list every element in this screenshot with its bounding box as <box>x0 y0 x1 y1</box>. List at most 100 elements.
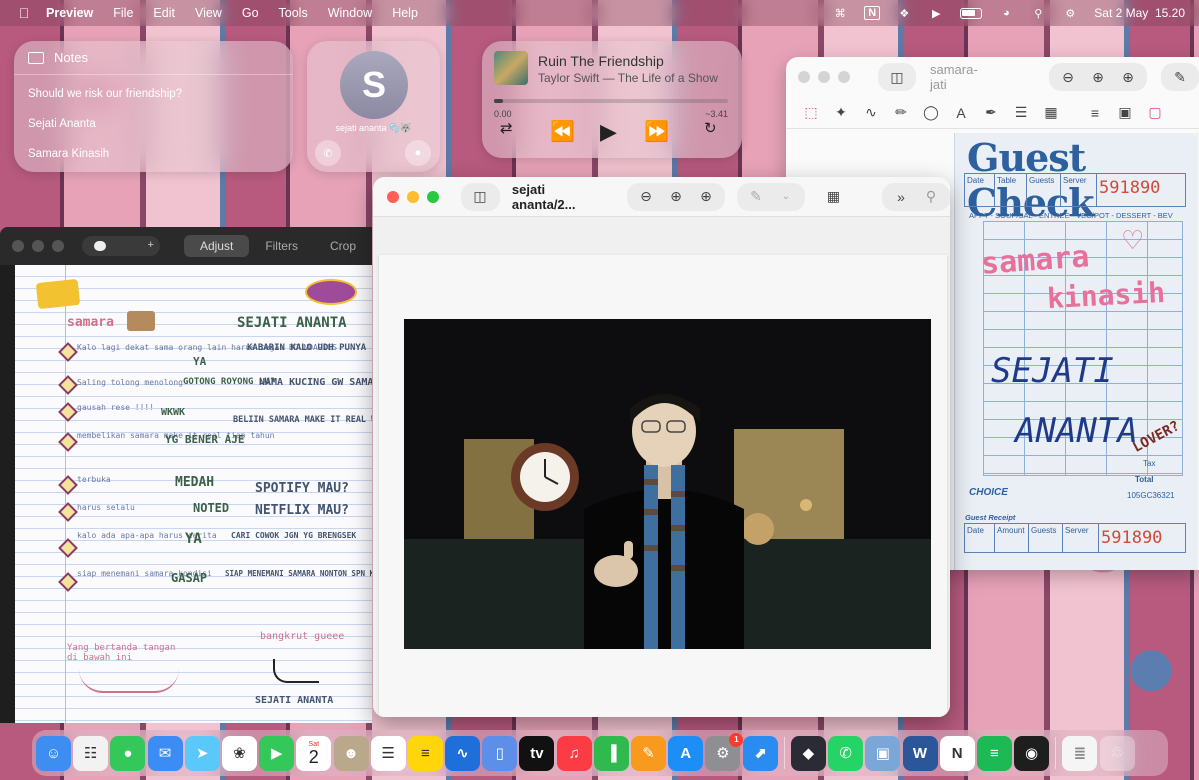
slideshow-icon[interactable]: ▦ <box>819 185 848 209</box>
sign-icon[interactable]: ✒ <box>976 101 1006 125</box>
zoom-button[interactable] <box>52 240 64 252</box>
message-button[interactable]: ● <box>405 140 431 166</box>
app-menu[interactable]: Preview <box>46 6 93 20</box>
previous-track-icon[interactable]: ⏪ <box>550 119 575 144</box>
instant-alpha-icon[interactable]: ✦ <box>826 101 856 125</box>
contacts-icon[interactable]: ☻ <box>333 735 369 771</box>
menu-go[interactable]: Go <box>242 6 259 20</box>
app-store-icon[interactable]: A <box>668 735 704 771</box>
notes-widget[interactable]: Notes Should we risk our friendship? Sej… <box>14 41 293 172</box>
border-color-icon[interactable]: ▣ <box>1110 101 1140 125</box>
apple-menu-icon[interactable]:  <box>16 5 32 21</box>
word-icon[interactable]: W <box>902 735 938 771</box>
shapes-icon[interactable]: ◯ <box>916 101 946 125</box>
document-stack-icon[interactable]: ≣ <box>1062 735 1098 771</box>
line-style-icon[interactable]: ≡ <box>1080 101 1110 125</box>
tab-filters[interactable]: Filters <box>249 235 314 257</box>
tv-icon[interactable]: tv <box>519 735 555 771</box>
selection-icon[interactable]: ⬚ <box>796 101 826 125</box>
more-tools-button[interactable]: » ⚲ <box>882 182 950 211</box>
menu-edit[interactable]: Edit <box>153 6 175 20</box>
markup-button[interactable]: ✎ <box>1161 63 1199 91</box>
photos-icon[interactable]: ❀ <box>221 735 257 771</box>
page-layout-icon[interactable]: ▦ <box>1036 101 1066 125</box>
menu-view[interactable]: View <box>195 6 222 20</box>
zoom-slider[interactable]: + <box>82 236 160 256</box>
messages-icon[interactable]: ● <box>110 735 146 771</box>
close-button[interactable] <box>798 71 810 83</box>
system-settings-icon[interactable]: ⚙ 1 <box>705 732 744 771</box>
preview-icon[interactable]: ▣ <box>865 735 901 771</box>
zoom-in-icon[interactable]: ⊕ <box>661 185 691 209</box>
shuffle-icon[interactable]: ⇄ <box>500 119 513 137</box>
zoom-in-icon[interactable]: ⊕ <box>1083 65 1113 89</box>
music-icon[interactable]: ♫ <box>556 735 592 771</box>
zoom-button[interactable] <box>427 190 439 203</box>
whatsapp-icon[interactable]: ✆ <box>828 735 864 771</box>
maps-icon[interactable]: ➤ <box>184 735 220 771</box>
control-center-icon[interactable]: ⚙ <box>1062 6 1078 20</box>
menu-file[interactable]: File <box>113 6 133 20</box>
close-button[interactable] <box>12 240 24 252</box>
call-button[interactable]: ✆ <box>315 140 341 166</box>
spotlight-search-icon[interactable]: ⚲ <box>1030 6 1046 20</box>
fill-color-icon[interactable]: ▢ <box>1140 101 1170 125</box>
play-icon[interactable]: ▶ <box>600 119 617 145</box>
menu-help[interactable]: Help <box>392 6 418 20</box>
zoom-fit-icon[interactable]: ⊕ <box>691 185 721 209</box>
freeform-icon[interactable]: ∿ <box>445 735 481 771</box>
iphone-mirroring-icon[interactable]: ▯ <box>482 735 518 771</box>
menu-window[interactable]: Window <box>328 6 372 20</box>
setapp-status-icon[interactable]: ❖ <box>896 6 912 20</box>
notion-icon[interactable]: N <box>939 735 975 771</box>
preview-window-photo[interactable]: ◫ sejati ananta/2... ⊖ ⊕ ⊕ ✎ ⌄ ▦ » ⚲ <box>373 177 950 717</box>
grid-status-icon[interactable]: ⌘ <box>832 6 848 20</box>
minimize-button[interactable] <box>818 71 830 83</box>
zoom-out-icon[interactable]: ⊖ <box>1053 65 1083 89</box>
pages-icon[interactable]: ✎ <box>631 735 666 771</box>
sketch-icon[interactable]: ∿ <box>856 101 886 125</box>
progress-bar[interactable] <box>494 99 728 103</box>
notes-icon[interactable]: ≡ <box>407 735 443 771</box>
draw-icon[interactable]: ✏ <box>886 101 916 125</box>
tab-adjust[interactable]: Adjust <box>183 235 250 257</box>
text-icon[interactable]: A <box>946 101 976 125</box>
zoom-out-icon[interactable]: ⊖ <box>631 185 661 209</box>
mail-icon[interactable]: ✉ <box>147 735 183 771</box>
slider-knob[interactable] <box>94 241 106 251</box>
finder-icon[interactable]: ☺ <box>36 735 71 771</box>
tab-crop[interactable]: Crop <box>314 235 372 257</box>
menu-tools[interactable]: Tools <box>279 6 308 20</box>
menubar-clock[interactable]: Sat 2 May 15.20 <box>1094 6 1185 20</box>
sidebar-toggle-button[interactable]: ◫ <box>878 63 916 91</box>
note-item[interactable]: Sejati Ananta <box>14 109 293 139</box>
spotify-icon[interactable]: ≡ <box>976 735 1012 771</box>
zoom-fit-icon[interactable]: ⊕ <box>1113 65 1143 89</box>
facetime-icon[interactable]: ▶ <box>259 735 295 771</box>
calendar-icon[interactable]: Sat 2 <box>296 735 332 771</box>
trash-icon[interactable]: ♲ <box>1099 735 1135 771</box>
setapp-icon[interactable]: ◆ <box>790 735 826 771</box>
battery-icon[interactable] <box>960 7 983 19</box>
markup-button[interactable]: ✎ ⌄ <box>737 182 805 211</box>
close-button[interactable] <box>387 190 399 203</box>
sidebar-toggle-button[interactable]: ◫ <box>461 182 500 211</box>
wifi-icon[interactable]: ◕ <box>998 6 1014 20</box>
minimize-button[interactable] <box>407 190 419 203</box>
notion-status-icon[interactable]: N <box>864 6 881 20</box>
minimize-button[interactable] <box>32 240 44 252</box>
figma-icon[interactable]: ◉ <box>1014 735 1050 771</box>
photo-edit-window[interactable]: + Adjust Filters Crop samara SEJATI ANAN… <box>0 227 372 723</box>
contact-widget[interactable]: S sejati ananta 🫧🐺 ✆ ● <box>307 41 440 172</box>
launchpad-icon[interactable]: ☷ <box>73 735 109 771</box>
repeat-icon[interactable]: ↻ <box>704 119 717 137</box>
now-playing-widget[interactable]: Ruin The Friendship Taylor Swift — The L… <box>482 41 742 158</box>
numbers-icon[interactable]: ▐ <box>593 735 629 771</box>
note-item[interactable]: Samara Kinasih <box>14 139 293 169</box>
reminders-icon[interactable]: ☰ <box>370 735 406 771</box>
note-item[interactable]: Should we risk our friendship? <box>14 79 293 109</box>
adjust-color-icon[interactable]: ☰ <box>1006 101 1036 125</box>
zoom-button[interactable] <box>838 71 850 83</box>
now-playing-status-icon[interactable]: ▶ <box>928 6 944 20</box>
safari-icon[interactable]: ⬈ <box>742 735 778 771</box>
